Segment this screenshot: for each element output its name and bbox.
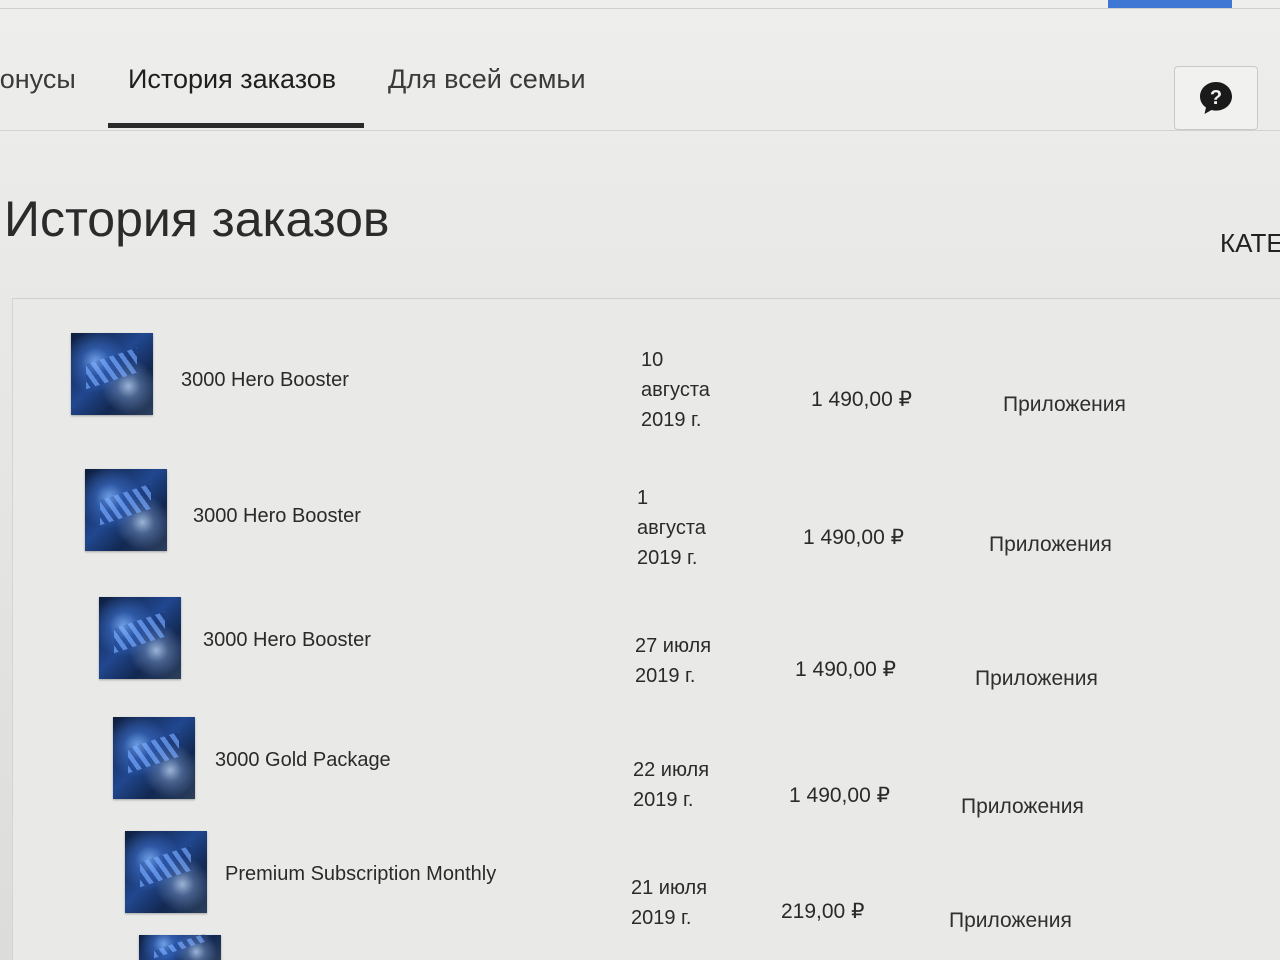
order-category: Приложения [1003, 393, 1126, 416]
product-thumbnail [85, 469, 167, 551]
order-date-year: 2019 г. [635, 665, 696, 687]
page-title: История заказов [4, 191, 390, 247]
order-date-day: 22 июля [633, 759, 710, 781]
order-date: 27 июля 2019 г. [635, 631, 711, 691]
order-date-day: 1 [637, 487, 649, 509]
order-date-year: 2019 г. [641, 409, 702, 431]
order-category: Приложения [949, 909, 1072, 932]
order-date-month: августа [637, 517, 706, 539]
product-name: 3000 Hero Booster [193, 505, 361, 527]
play-account-page: Бонусы История заказов Для всей семьи ? … [0, 0, 1280, 960]
product-thumbnail [125, 831, 207, 913]
product-thumbnail [113, 717, 195, 799]
order-row-partial[interactable] [13, 931, 1280, 960]
product-name: 3000 Hero Booster [181, 369, 349, 391]
order-price: 219,00 ₽ [781, 900, 865, 923]
order-row[interactable]: 3000 Hero Booster 27 июля 2019 г. 1 490,… [13, 593, 1280, 713]
top-divider [0, 8, 1280, 9]
order-date-month: августа [641, 379, 710, 401]
tabs-divider [0, 130, 1280, 131]
product-name: Premium Subscription Monthly [225, 863, 497, 885]
order-date: 22 июля 2019 г. [633, 755, 709, 815]
tab-bonuses[interactable]: Бонусы [0, 64, 76, 95]
order-list: 3000 Hero Booster 10 августа 2019 г. 1 4… [12, 298, 1280, 960]
product-name: 3000 Gold Package [215, 749, 391, 771]
order-price: 1 490,00 ₽ [795, 658, 896, 681]
order-date-day: 27 июля [635, 635, 712, 657]
order-date-year: 2019 г. [633, 789, 694, 811]
order-row[interactable]: 3000 Hero Booster 10 августа 2019 г. 1 4… [13, 323, 1280, 443]
svg-text:?: ? [1210, 87, 1222, 109]
product-name: 3000 Hero Booster [203, 629, 371, 651]
order-date: 10 августа 2019 г. [641, 345, 710, 435]
product-thumbnail [139, 935, 221, 960]
order-price: 1 490,00 ₽ [789, 784, 890, 807]
tab-family[interactable]: Для всей семьи [388, 64, 586, 95]
order-price: 1 490,00 ₽ [811, 388, 912, 411]
tab-order-history[interactable]: История заказов [128, 64, 336, 95]
order-date-year: 2019 г. [631, 907, 692, 929]
order-category: Приложения [975, 667, 1098, 690]
help-button[interactable]: ? [1174, 66, 1258, 130]
order-date: 21 июля 2019 г. [631, 873, 707, 933]
product-thumbnail [99, 597, 181, 679]
order-date-year: 2019 г. [637, 547, 698, 569]
active-tab-indicator [108, 123, 364, 128]
order-date-day: 21 июля [631, 877, 708, 899]
order-date-day: 10 [641, 349, 664, 371]
order-category: Приложения [961, 795, 1084, 818]
order-row[interactable]: 3000 Gold Package 22 июля 2019 г. 1 490,… [13, 713, 1280, 833]
product-thumbnail [71, 333, 153, 415]
question-mark-bubble-icon: ? [1200, 82, 1232, 114]
order-date: 1 августа 2019 г. [637, 483, 706, 573]
order-category: Приложения [989, 533, 1112, 556]
category-column-header: КАТЕ [1220, 228, 1280, 258]
order-price: 1 490,00 ₽ [803, 526, 904, 549]
order-row[interactable]: 3000 Hero Booster 1 августа 2019 г. 1 49… [13, 461, 1280, 581]
account-tabs: Бонусы История заказов Для всей семьи [0, 40, 1280, 130]
